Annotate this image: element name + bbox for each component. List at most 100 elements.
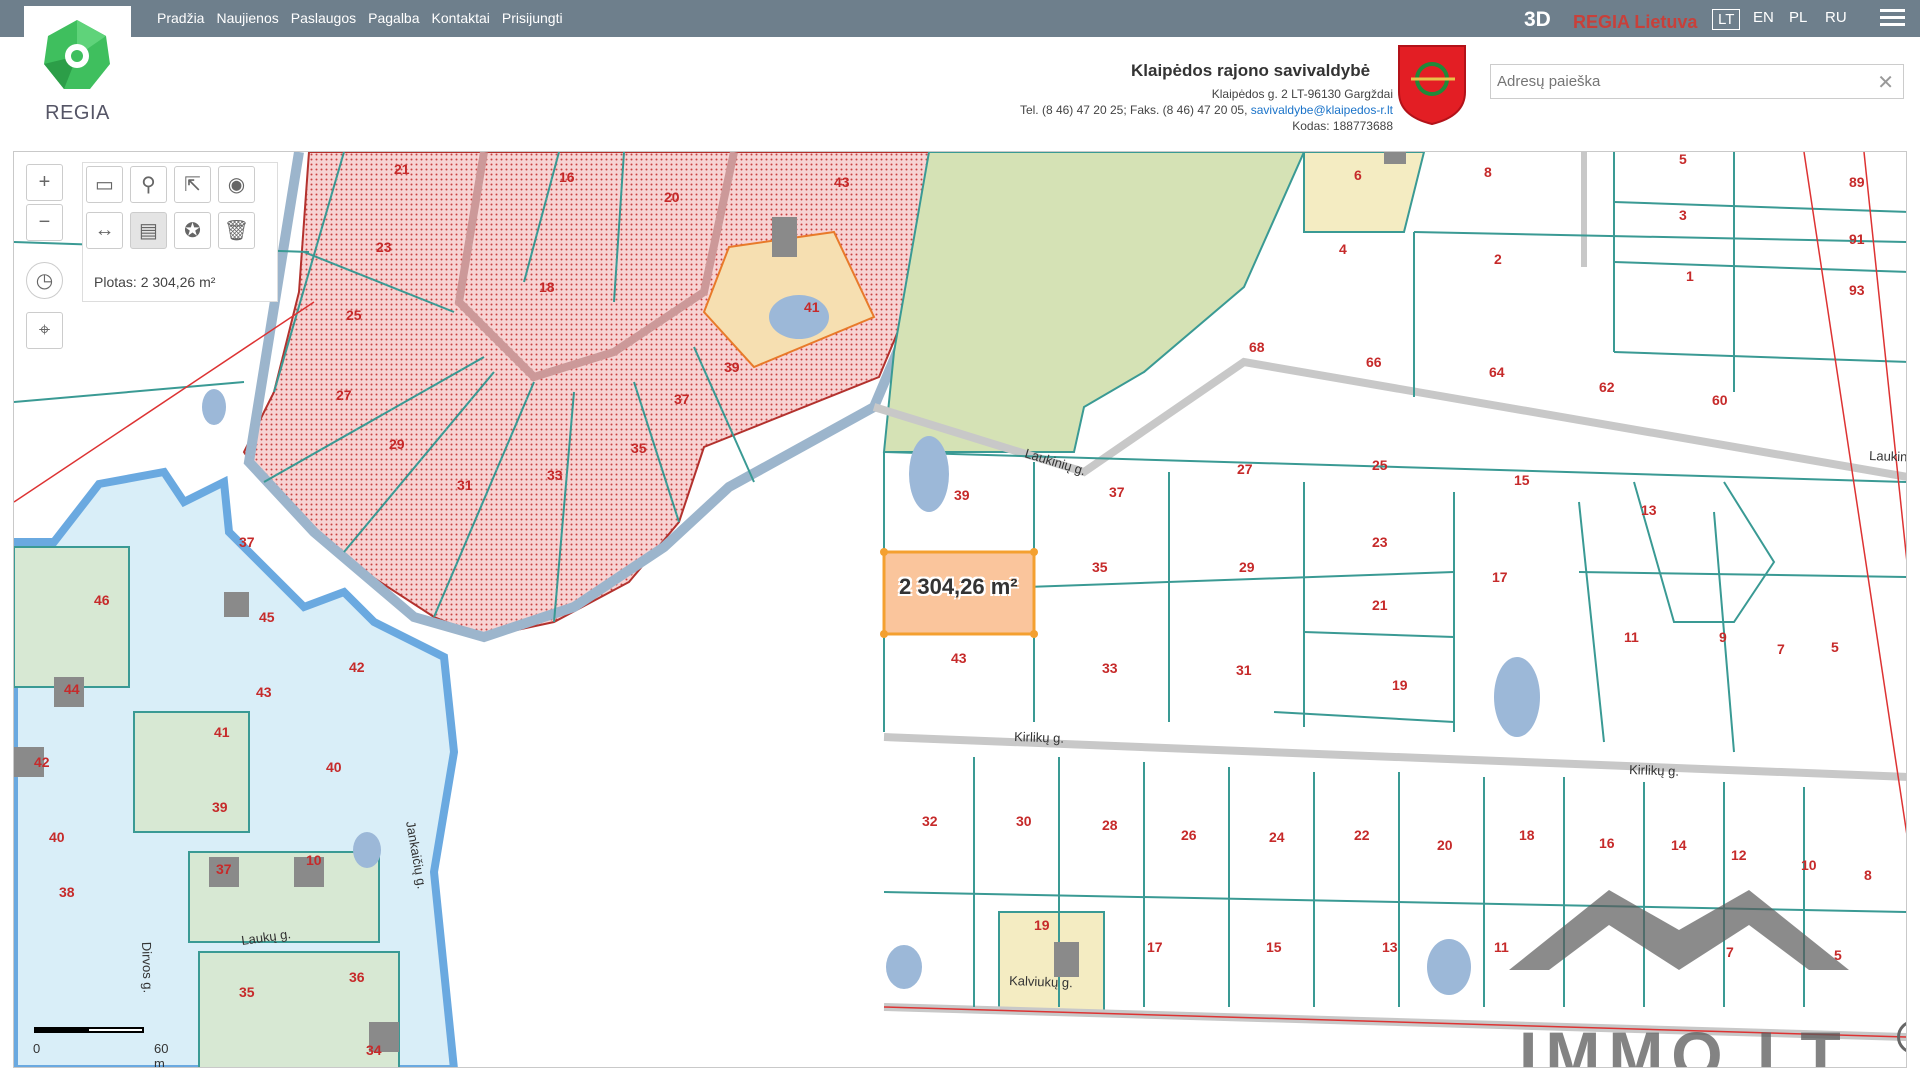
parcel-number: 24 xyxy=(1269,829,1285,845)
parcel-number: 16 xyxy=(559,169,575,185)
municipality-code: Kodas: 188773688 xyxy=(1292,119,1393,133)
parcel-number: 26 xyxy=(1181,827,1197,843)
parcel-number: 42 xyxy=(34,754,50,770)
pond xyxy=(1427,939,1471,995)
street-label: Laukin xyxy=(1869,448,1907,464)
parcel-number: 37 xyxy=(1109,484,1125,500)
parcel-number: 41 xyxy=(804,299,820,315)
parcel-number: 42 xyxy=(349,659,365,675)
parcel-number: 43 xyxy=(951,650,967,666)
parcel-number: 21 xyxy=(394,161,410,177)
yellow-plot xyxy=(998,911,1105,1013)
parcel-number: 33 xyxy=(1102,660,1118,676)
selection-vertex[interactable] xyxy=(1030,548,1038,556)
parcel-number: 25 xyxy=(346,307,362,323)
delete-icon[interactable]: 🗑 xyxy=(218,212,255,249)
zoom-out-button[interactable]: − xyxy=(26,204,63,241)
watermark-house-icon xyxy=(1509,890,1849,970)
municipality-address: Klaipėdos g. 2 LT-96130 Gargždai xyxy=(1211,87,1393,101)
parcel-number: 15 xyxy=(1266,939,1282,955)
municipality-email[interactable]: savivaldybe@klaipedos-r.lt xyxy=(1251,103,1393,117)
parcel-number: 13 xyxy=(1641,502,1657,518)
nav-kontaktai[interactable]: Kontaktai xyxy=(432,10,490,26)
parcel-number: 60 xyxy=(1712,392,1728,408)
address-search: ✕ xyxy=(1490,64,1904,99)
clear-search-icon[interactable]: ✕ xyxy=(1877,70,1894,95)
parcel-number: 35 xyxy=(1092,559,1108,575)
lang-ru[interactable]: RU xyxy=(1825,9,1847,26)
address-search-input[interactable] xyxy=(1491,65,1861,98)
parcel-number: 1 xyxy=(1686,268,1694,284)
parcel-number: 11 xyxy=(1494,939,1509,955)
parcel-number: 16 xyxy=(1599,835,1615,851)
parcel-number: 39 xyxy=(954,487,970,503)
selection-vertex[interactable] xyxy=(880,630,888,638)
parcel-number: 18 xyxy=(539,279,555,295)
regia-logo[interactable]: REGIA xyxy=(24,6,131,124)
parcel-number: 45 xyxy=(259,609,275,625)
green-plot xyxy=(133,711,250,833)
3d-view-button[interactable]: 3D xyxy=(1524,8,1551,32)
nav-paslaugos[interactable]: Paslaugos xyxy=(291,10,356,26)
parcel-number: 34 xyxy=(366,1042,382,1058)
measure-distance-icon[interactable]: ↔ xyxy=(86,212,123,249)
area-readout: Plotas: 2 304,26 m² xyxy=(94,274,216,290)
measure-line-icon[interactable]: ▭ xyxy=(86,166,123,203)
parcel-number: 37 xyxy=(216,861,232,877)
pin-icon[interactable]: ⚲ xyxy=(130,166,167,203)
selected-area-label: 2 304,26 m² xyxy=(899,574,1018,599)
export-icon[interactable]: ⇱ xyxy=(174,166,211,203)
target-icon[interactable]: ◉ xyxy=(218,166,255,203)
lang-lt[interactable]: LT xyxy=(1712,9,1741,30)
pond xyxy=(886,945,922,989)
parcel-number: 4 xyxy=(1339,241,1347,257)
parcel-number: 20 xyxy=(1437,837,1453,853)
parcel-number: 44 xyxy=(64,681,80,697)
parcel-number: 8 xyxy=(1484,164,1492,180)
nav-pradzia[interactable]: Pradžia xyxy=(157,10,204,26)
parcel-number: 18 xyxy=(1519,827,1535,843)
measure-area-icon[interactable]: ▤ xyxy=(130,212,167,249)
watermark-text: IMMO.LT xyxy=(1519,1018,1849,1068)
hamburger-menu-icon[interactable] xyxy=(1880,9,1905,29)
parcel-number: 40 xyxy=(49,829,65,845)
municipality-phone: Tel. (8 46) 47 20 25; Faks. (8 46) 47 20… xyxy=(1019,103,1251,117)
parcel-number: 91 xyxy=(1849,231,1865,247)
history-button[interactable]: ◷ xyxy=(26,262,63,299)
nav-naujienos[interactable]: Naujienos xyxy=(216,10,278,26)
main-nav: Pradžia Naujienos Paslaugos Pagalba Kont… xyxy=(157,10,563,26)
municipality-contacts: Tel. (8 46) 47 20 25; Faks. (8 46) 47 20… xyxy=(1020,103,1393,117)
lang-pl[interactable]: PL xyxy=(1789,9,1807,26)
zoom-in-button[interactable]: + xyxy=(26,164,63,201)
parcel-number: 22 xyxy=(1354,827,1370,843)
map-canvas[interactable]: Laukinių g. Kirlikų g. Kirlikų g. Laukų … xyxy=(13,151,1907,1068)
street-label: Kirlikų g. xyxy=(1629,762,1679,779)
parcel-number: 68 xyxy=(1249,339,1265,355)
parcel-number: 29 xyxy=(1239,559,1255,575)
selection-vertex[interactable] xyxy=(1030,630,1038,638)
parcel-number: 10 xyxy=(306,852,322,868)
lang-en[interactable]: EN xyxy=(1753,9,1774,26)
parcel-number: 11 xyxy=(1624,629,1639,645)
parcel-number: 31 xyxy=(1236,662,1252,678)
parcel-number: 93 xyxy=(1849,282,1865,298)
scale-bar-graphic xyxy=(34,1027,144,1033)
parcel-number: 9 xyxy=(1719,629,1727,645)
parcel-number: 39 xyxy=(212,799,228,815)
parcel-number: 5 xyxy=(1679,152,1687,167)
regia-logo-icon xyxy=(44,20,110,89)
parcel-number: 39 xyxy=(724,359,740,375)
parcel-number: 15 xyxy=(1514,472,1530,488)
nav-pagalba[interactable]: Pagalba xyxy=(368,10,419,26)
parcel-number: 17 xyxy=(1147,939,1163,955)
parcel-number: 36 xyxy=(349,969,365,985)
selection-vertex[interactable] xyxy=(880,548,888,556)
street-label: Dirvos g. xyxy=(139,942,156,994)
regia-lietuva-link[interactable]: REGIA Lietuva xyxy=(1573,12,1697,33)
green-plot xyxy=(14,546,130,688)
parcel-number: 21 xyxy=(1372,597,1388,613)
scale-end: 60 m xyxy=(154,1041,169,1068)
locate-button[interactable]: ⌖ xyxy=(26,312,63,349)
select-parcel-icon[interactable]: ✪ xyxy=(174,212,211,249)
nav-prisijungti[interactable]: Prisijungti xyxy=(502,10,563,26)
